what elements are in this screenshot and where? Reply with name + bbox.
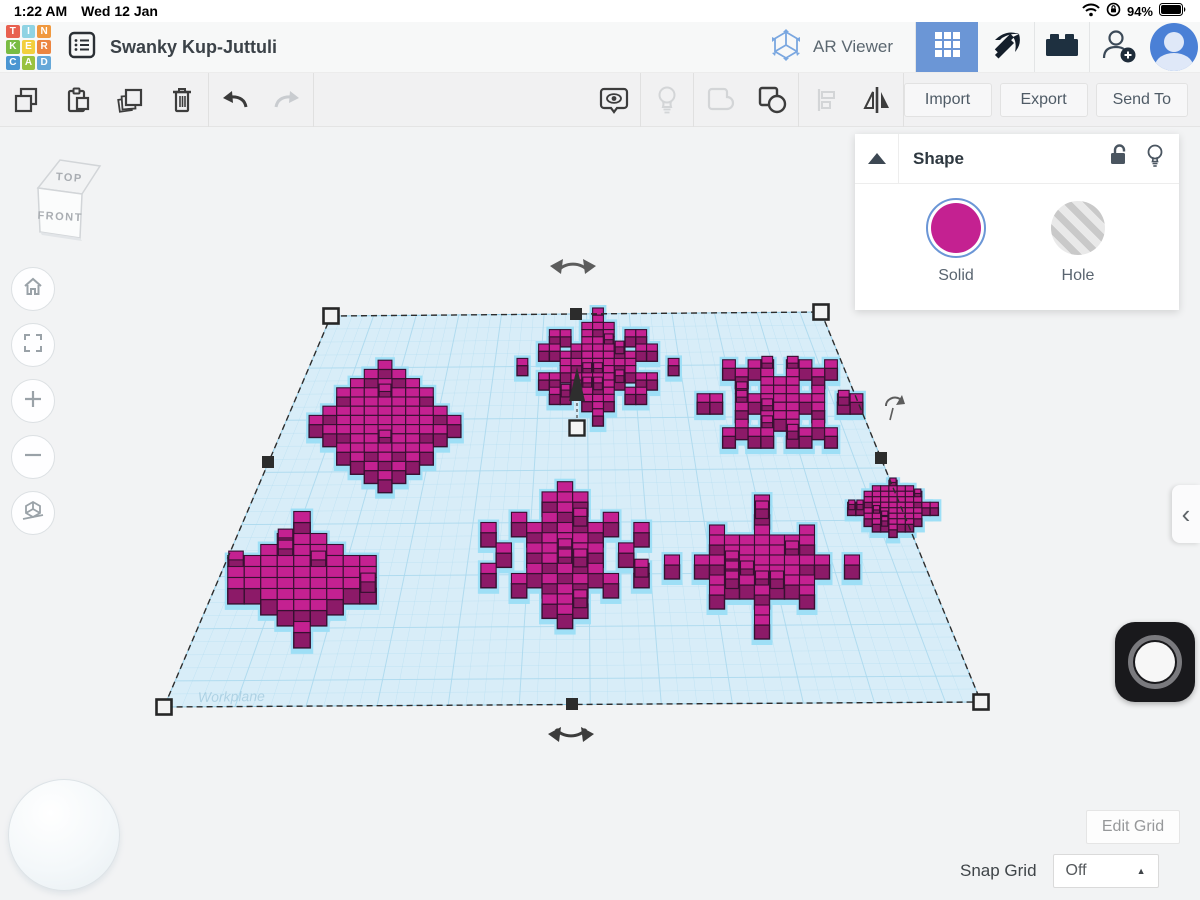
home-view-button[interactable] [11, 267, 55, 311]
logo-tile: K [6, 40, 20, 54]
dropdown-arrow-icon: ▲ [1136, 866, 1146, 876]
open-shapes-panel-tab[interactable]: ‹ [1172, 485, 1200, 543]
paste-button[interactable] [52, 73, 104, 127]
battery-percent: 94% [1126, 3, 1153, 19]
avatar-person-icon [1164, 32, 1184, 52]
svg-text:Workplane: Workplane [198, 688, 265, 705]
add-collaborator-button[interactable] [1090, 22, 1148, 72]
solid-option[interactable]: Solid [926, 198, 986, 310]
fit-view-icon [21, 331, 45, 360]
import-button[interactable]: Import [903, 82, 992, 117]
lego-brick-icon [1044, 31, 1080, 64]
redo-button[interactable] [261, 73, 313, 127]
show-hide-button[interactable] [588, 73, 640, 127]
viewcube-top-label: TOP [55, 171, 83, 185]
ungroup-button[interactable] [746, 73, 798, 127]
minus-icon [21, 443, 45, 472]
battery-icon [1159, 3, 1186, 19]
send-to-button[interactable]: Send To [1095, 82, 1188, 117]
app-header: TIN KER CAD Swanky Kup-Juttuli AR Viewer [0, 22, 1200, 73]
fit-view-button[interactable] [11, 323, 55, 367]
document-title: Swanky Kup-Juttuli [110, 36, 278, 57]
person-add-icon [1100, 26, 1138, 69]
hole-option[interactable]: Hole [1048, 198, 1108, 310]
logo-tile: E [21, 40, 36, 54]
snap-grid-label: Snap Grid [960, 861, 1037, 880]
group-button-disabled[interactable] [694, 73, 746, 127]
view-controls [11, 267, 55, 535]
design-menu-button[interactable] [66, 31, 98, 63]
logo-tile: C [6, 55, 20, 70]
hole-swatch [1051, 201, 1105, 255]
edit-toolbar: Import Export Send To [0, 72, 1200, 127]
ar-cube-icon [769, 28, 803, 67]
chevron-left-icon: ‹ [1181, 498, 1191, 529]
zoom-in-button[interactable] [11, 379, 55, 423]
undo-button[interactable] [209, 73, 261, 127]
zoom-out-button[interactable] [11, 435, 55, 479]
home-icon [21, 275, 45, 304]
duplicate-button[interactable] [104, 73, 156, 127]
lightbulb-icon[interactable] [1145, 143, 1165, 174]
account-avatar[interactable] [1150, 23, 1198, 71]
logo-tile: D [37, 55, 51, 70]
status-date: Wed 12 Jan [81, 3, 158, 19]
snap-grid-dropdown[interactable]: Off ▲ [1052, 854, 1159, 888]
viewcube-front-label: FRONT [37, 210, 83, 224]
divider [313, 72, 314, 127]
collapse-panel-button[interactable] [855, 134, 899, 183]
shape-material-options: Solid Hole [855, 184, 1179, 310]
plus-icon [21, 387, 45, 416]
logo-tile: R [37, 40, 51, 54]
orbit-joystick[interactable] [8, 779, 120, 891]
tinkercad-logo: TIN KER CAD [5, 24, 52, 71]
ios-status-bar: 1:22 AM Wed 12 Jan 94% [0, 0, 1200, 22]
shape-panel-header: Shape [855, 134, 1179, 184]
align-button-disabled[interactable] [799, 73, 851, 127]
workspaces-grid-button[interactable] [916, 22, 978, 72]
logo-tile: T [6, 24, 20, 39]
minecraft-export-button[interactable] [978, 22, 1034, 72]
ar-viewer-button[interactable]: AR Viewer [747, 22, 915, 72]
assistive-touch-button[interactable] [1115, 622, 1195, 702]
orientation-lock-icon [1106, 2, 1121, 20]
perspective-toggle-button[interactable] [11, 491, 55, 535]
wifi-icon [1082, 3, 1100, 20]
logo-tile: N [37, 24, 51, 39]
grid-icon [934, 31, 961, 63]
collapse-arrow-icon [867, 153, 886, 164]
pickaxe-icon [989, 28, 1023, 67]
solid-color-swatch [931, 203, 981, 253]
insight-button-disabled[interactable] [641, 73, 693, 127]
status-time: 1:22 AM [14, 3, 68, 19]
edit-grid-button[interactable]: Edit Grid [1086, 810, 1180, 844]
ar-viewer-label: AR Viewer [813, 37, 893, 56]
delete-button[interactable] [156, 73, 208, 127]
export-button[interactable]: Export [999, 82, 1088, 117]
snap-grid-value: Off [1065, 862, 1087, 879]
brick-export-button[interactable] [1035, 22, 1089, 72]
logo-tile: A [21, 55, 36, 70]
list-icon [67, 30, 97, 65]
view-cube[interactable]: TOP FRONT [24, 148, 110, 251]
shape-inspector-panel: Shape Solid Hole [855, 134, 1179, 310]
hole-option-label: Hole [1061, 267, 1095, 284]
copy-button[interactable] [0, 73, 52, 127]
solid-option-label: Solid [938, 267, 974, 284]
shape-panel-title: Shape [913, 148, 965, 168]
assistive-touch-ring [1128, 635, 1182, 689]
unlock-icon[interactable] [1107, 143, 1129, 174]
mirror-button[interactable] [851, 73, 903, 127]
logo-tile: I [21, 24, 36, 39]
perspective-cube-icon [20, 498, 46, 529]
